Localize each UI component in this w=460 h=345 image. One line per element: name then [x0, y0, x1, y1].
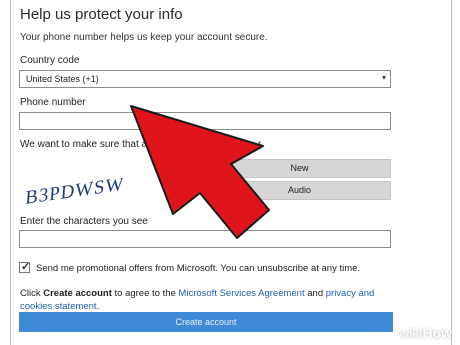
verify-human-text-start: We want to make sure that a real: [20, 139, 167, 150]
country-code-select[interactable]: United States (+1) ▾: [19, 70, 391, 88]
page-title: Help us protect your info: [20, 6, 183, 23]
phone-number-input[interactable]: [19, 112, 391, 130]
terms-text: Click Create account to agree to the Mic…: [20, 288, 375, 312]
captcha-input[interactable]: [19, 230, 391, 248]
country-code-value: United States (+1): [26, 74, 99, 84]
captcha-image: B3PDWSW: [26, 178, 125, 206]
promo-checkbox-label: Send me promotional offers from Microsof…: [36, 263, 361, 274]
captcha-text: B3PDWSW: [26, 178, 125, 206]
terms-create-account-bold: Create account: [43, 288, 112, 299]
new-captcha-button[interactable]: New: [208, 159, 391, 178]
checkmark-icon: ✓: [21, 261, 31, 273]
country-code-label: Country code: [20, 55, 80, 66]
wikihow-watermark: wikiHow: [399, 325, 452, 341]
phone-number-label: Phone number: [20, 97, 86, 108]
msa-link[interactable]: Microsoft Services Agreement: [178, 288, 304, 299]
audio-captcha-button[interactable]: Audio: [208, 181, 391, 200]
enter-characters-label: Enter the characters you see: [20, 216, 148, 227]
create-account-button[interactable]: Create account: [19, 312, 393, 332]
page-subtitle: Your phone number helps us keep your acc…: [20, 32, 268, 43]
promo-checkbox[interactable]: ✓: [19, 261, 31, 273]
chevron-down-icon: ▾: [381, 73, 386, 82]
verify-human-text-end: r.: [258, 139, 264, 150]
